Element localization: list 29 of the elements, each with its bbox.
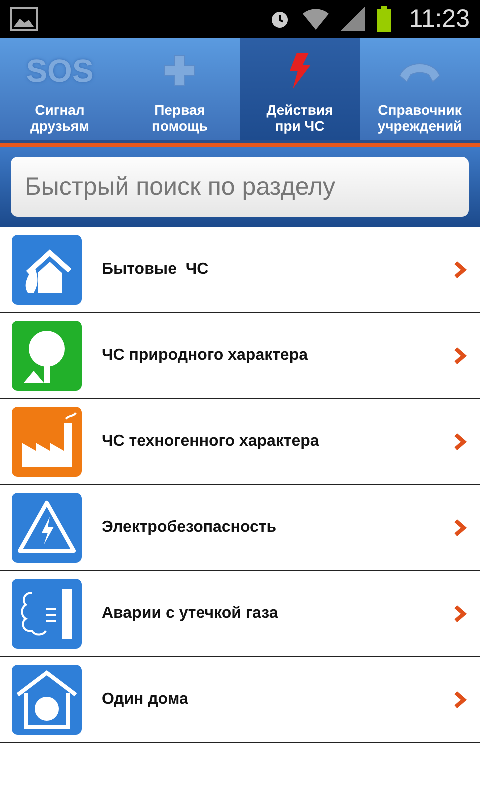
chevron-icon xyxy=(454,432,468,450)
chevron-icon xyxy=(454,604,468,622)
signal-icon xyxy=(341,7,366,31)
item-label: ЧС природного характера xyxy=(102,346,310,364)
chevron-icon xyxy=(454,260,468,278)
clock-time: 11:23 xyxy=(409,4,470,34)
cross-icon xyxy=(163,54,197,88)
tab[interactable]: Первая помощь xyxy=(120,38,240,140)
search-field[interactable]: Быстрый поиск по разделу xyxy=(11,157,469,217)
list-item[interactable]: Один дома xyxy=(0,657,480,743)
image-icon xyxy=(10,7,38,31)
list-item[interactable]: Бытовые ЧС xyxy=(0,227,480,313)
battery-icon xyxy=(377,6,392,32)
wifi-icon xyxy=(303,8,330,30)
tab[interactable]: Справочник учреждений xyxy=(360,38,480,140)
list-item[interactable]: Электробезопасность xyxy=(0,485,480,571)
item-label: ЧС техногенного характера xyxy=(102,432,320,450)
chevron-icon xyxy=(454,346,468,364)
item-label: Электробезопасность xyxy=(102,518,278,536)
list-item[interactable]: ЧС техногенного характера xyxy=(0,399,480,485)
item-label: Один дома xyxy=(102,690,190,708)
item-label: Бытовые ЧС xyxy=(102,260,210,278)
tab[interactable]: Действия при ЧС xyxy=(240,38,360,140)
list-item[interactable]: Аварии с утечкой газа xyxy=(0,571,480,657)
lightning-icon xyxy=(289,53,311,89)
chevron-icon xyxy=(454,518,468,536)
list-item[interactable]: ЧС природного характера xyxy=(0,313,480,399)
item-label: Аварии с утечкой газа xyxy=(102,604,280,622)
chevron-icon xyxy=(454,690,468,708)
